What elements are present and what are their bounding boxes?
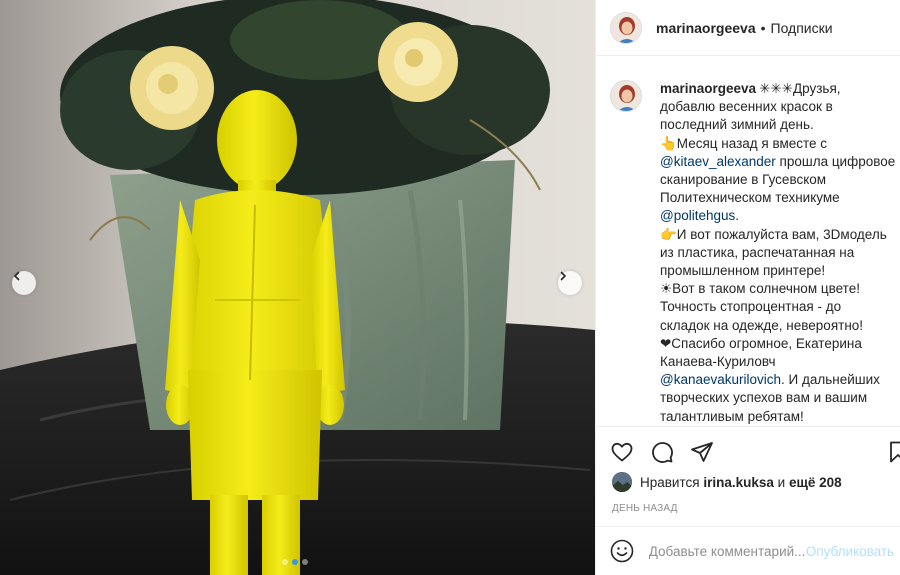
caption-line-3: 👆Месяц назад я вместе с: [660, 135, 895, 153]
caption-line-4: @kitaev_alexander прошла цифровое: [660, 153, 895, 171]
likes-count[interactable]: ещё 208: [789, 475, 842, 490]
post-timestamp[interactable]: ДЕНЬ НАЗАД: [612, 503, 678, 514]
follow-status-button[interactable]: Подписки: [771, 20, 833, 36]
caption-line-12: Точность стопроцентная - до: [660, 298, 895, 316]
save-button[interactable]: [886, 440, 900, 464]
comment-input[interactable]: Добавьте комментарий...: [649, 544, 806, 559]
slide-dot: [302, 559, 308, 565]
caption-line-11: ☀Вот в таком солнечном цвете!: [660, 280, 895, 298]
caption-line-9: из пластика, распечатанная на: [660, 244, 895, 262]
statue-photo: [0, 0, 595, 575]
caption-line-text: сканирование в Гусевском: [660, 172, 827, 188]
next-slide-button[interactable]: [558, 271, 582, 295]
profile-photo: [611, 81, 641, 111]
liker-photo: [612, 472, 632, 492]
like-button[interactable]: [610, 440, 634, 464]
previous-slide-button[interactable]: [12, 271, 36, 295]
chevron-right-icon: [560, 271, 567, 281]
caption-line-text: 👉И вот пожалуйста вам, 3Dмодель: [660, 226, 887, 242]
publish-button[interactable]: Опубликовать: [806, 544, 900, 559]
header-username[interactable]: marinaorgeeva: [656, 20, 756, 36]
likes-summary: Нравится irina.kuksa и ещё 208: [612, 472, 842, 492]
caption-line-17: творческих успехов вам и вашим: [660, 389, 895, 407]
share-button[interactable]: [690, 440, 714, 464]
caption-mention-link[interactable]: @kanaevakurilovich: [660, 372, 781, 387]
bookmark-icon: [890, 441, 900, 463]
caption-line-text: ☀Вот в таком солнечном цвете!: [660, 281, 860, 297]
caption-line-1: добавлю весенних красок в: [660, 98, 895, 116]
slide-indicator: [282, 559, 308, 565]
caption-line-0: marinaorgeeva ✳✳✳Друзья,: [660, 80, 895, 98]
heart-icon: [611, 442, 633, 461]
liker-username[interactable]: irina.kuksa: [703, 475, 774, 490]
chevron-left-icon: [13, 271, 20, 281]
caption-line-text: ❤Спасибо огромное, Екатерина: [660, 335, 862, 351]
caption-line-6: Политехническом техникуме: [660, 189, 895, 207]
caption-line-text: Точность стопроцентная - до: [660, 299, 842, 315]
caption-line-10: промышленном принтере!: [660, 262, 895, 280]
caption-mention-link[interactable]: @politehgus: [660, 208, 735, 223]
comment-icon: [652, 441, 673, 463]
emoji-button[interactable]: [610, 538, 635, 564]
likes-middle: и: [777, 474, 786, 490]
caption-mention-link[interactable]: @kitaev_alexander: [660, 154, 776, 169]
caption-line-text: . И дальнейших: [781, 372, 880, 388]
comment-button[interactable]: [650, 440, 674, 464]
caption-username[interactable]: marinaorgeeva: [660, 81, 756, 96]
liker-avatar[interactable]: [612, 472, 632, 492]
caption-line-text: последний зимний день.: [660, 117, 814, 133]
post-side-panel: marinaorgeeva • Подписки marinaorgeeva ✳✳…: [595, 0, 900, 575]
profile-photo: [611, 12, 641, 43]
caption-line-13: складок на одежде, невероятно!: [660, 317, 895, 335]
caption-line-text: Канаева-Куриловч: [660, 354, 776, 370]
caption-avatar[interactable]: [610, 80, 642, 112]
caption-line-text: .: [735, 208, 740, 224]
share-icon: [691, 441, 713, 462]
comment-bar: Добавьте комментарий... Опубликовать: [596, 526, 900, 575]
post-caption: marinaorgeeva ✳✳✳Друзья, добавлю весенних…: [596, 56, 900, 426]
likes-prefix: Нравится: [640, 474, 700, 490]
caption-line-18: талантливым ребятам!: [660, 408, 895, 426]
caption-text: marinaorgeeva ✳✳✳Друзья, добавлю весенних…: [660, 80, 895, 426]
caption-line-16: @kanaevakurilovich. И дальнейших: [660, 371, 895, 389]
caption-line-text: Политехническом техникуме: [660, 190, 840, 206]
caption-line-text: 👆Месяц назад я вместе с: [660, 135, 828, 151]
caption-line-text: талантливым ребятам!: [660, 408, 804, 424]
caption-line-text: ✳✳✳Друзья,: [759, 81, 841, 96]
caption-line-2: последний зимний день.: [660, 116, 895, 134]
slide-dot-active: [292, 559, 298, 565]
smiley-icon: [611, 539, 634, 563]
caption-line-text: творческих успехов вам и вашим: [660, 390, 868, 406]
slide-dot: [282, 559, 288, 565]
caption-line-text: промышленном принтере!: [660, 263, 826, 279]
caption-line-5: сканирование в Гусевском: [660, 171, 895, 189]
caption-line-text: из пластика, распечатанная на: [660, 244, 855, 260]
post-image[interactable]: [0, 0, 595, 575]
caption-line-text: складок на одежде, невероятно!: [660, 317, 864, 333]
caption-line-8: 👉И вот пожалуйста вам, 3Dмодель: [660, 226, 895, 244]
post-header: marinaorgeeva • Подписки: [596, 0, 900, 56]
post-actions: [596, 426, 900, 476]
caption-line-15: Канаева-Куриловч: [660, 353, 895, 371]
header-separator: •: [760, 19, 766, 36]
caption-line-7: @politehgus.: [660, 207, 895, 225]
caption-line-text: добавлю весенних красок в: [660, 99, 833, 115]
avatar[interactable]: [610, 11, 642, 44]
caption-line-14: ❤Спасибо огромное, Екатерина: [660, 335, 895, 353]
caption-line-text: прошла цифровое: [775, 153, 896, 169]
